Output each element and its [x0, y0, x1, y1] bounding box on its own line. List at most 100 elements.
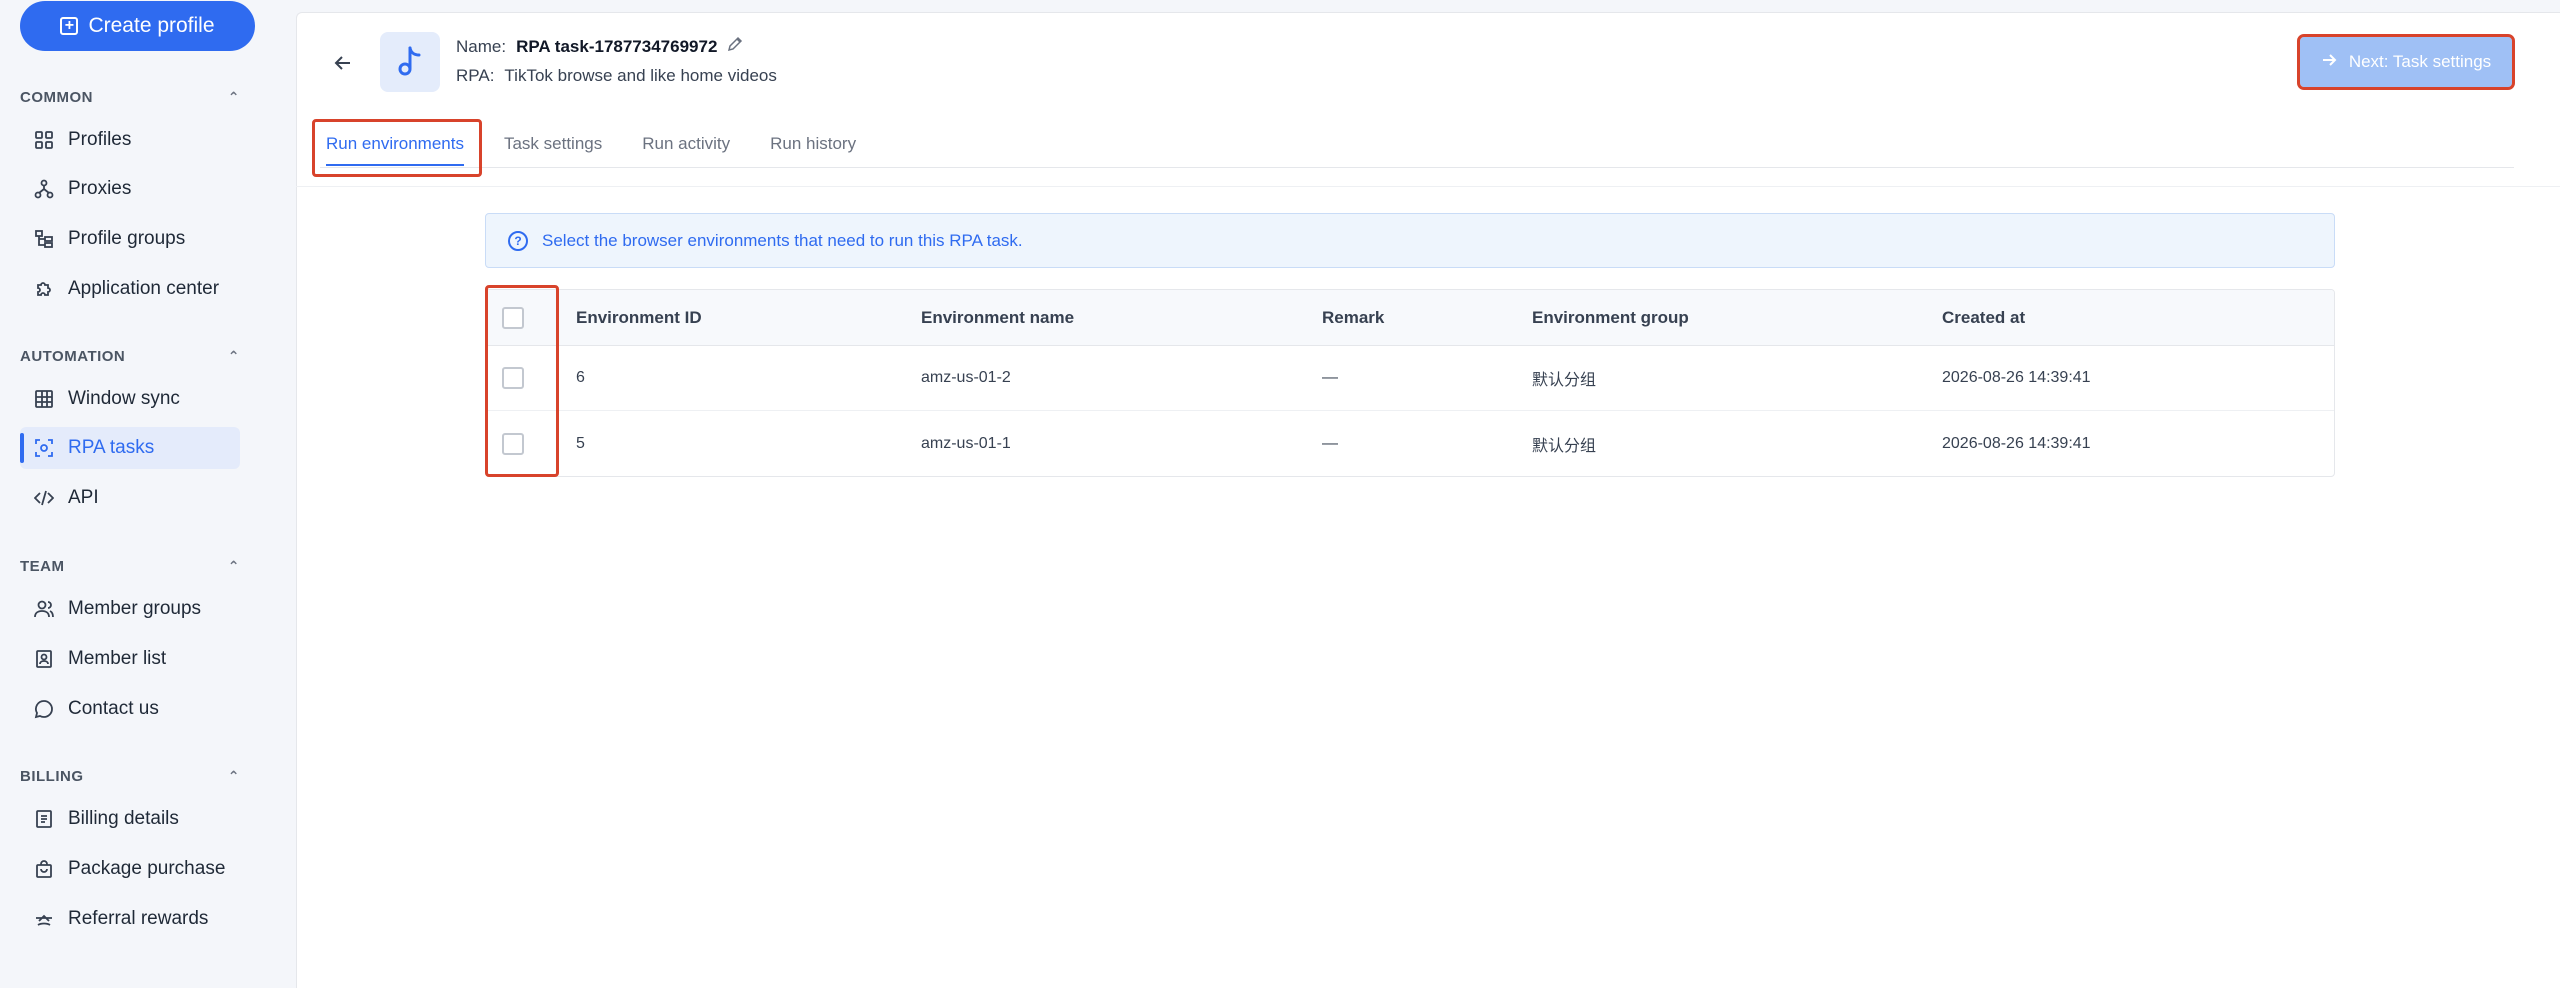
sidebar-item-label: Application center [68, 278, 220, 299]
sidebar-item-package-purchase[interactable]: Package purchase [20, 848, 240, 890]
info-text: Select the browser environments that nee… [542, 230, 1023, 250]
sidebar-item-rpa-tasks[interactable]: RPA tasks [20, 427, 240, 469]
select-all-checkbox[interactable] [502, 306, 524, 329]
sidebar-item-application-center[interactable]: Application center [20, 268, 240, 310]
network-icon [34, 179, 54, 199]
sidebar-item-billing-details[interactable]: Billing details [20, 798, 240, 840]
header-checkbox-cell [502, 290, 524, 345]
row-checkbox[interactable] [502, 367, 524, 389]
sidebar-item-contact-us[interactable]: Contact us [20, 688, 240, 730]
row-checkbox-cell [502, 346, 524, 410]
cell-environment-group: 默认分组 [1532, 372, 1597, 389]
tab-run-environments[interactable]: Run environments [320, 120, 470, 168]
tab-run-history[interactable]: Run history [764, 120, 862, 168]
cell-environment-name: amz-us-01-1 [921, 434, 1011, 452]
puzzle-icon [34, 279, 54, 299]
cell-remark: — [1322, 434, 1338, 452]
cell-remark: — [1322, 369, 1338, 386]
sidebar-item-label: Referral rewards [68, 908, 209, 929]
section-team[interactable]: TEAM ⌃ [20, 554, 240, 578]
sidebar-item-member-groups[interactable]: Member groups [20, 588, 240, 630]
create-profile-label: Create profile [88, 14, 215, 37]
task-name-row: Name: RPA task-1787734769972 [456, 36, 743, 57]
cell-created-at: 2026-08-26 14:39:41 [1942, 434, 2091, 452]
section-common[interactable]: COMMON ⌃ [20, 85, 240, 109]
sidebar-item-api[interactable]: API [20, 477, 240, 519]
section-common-label: COMMON [20, 88, 93, 106]
pencil-icon[interactable] [727, 36, 743, 57]
row-checkbox-cell [502, 411, 524, 476]
sidebar: + Create profile COMMON ⌃ Profiles Proxi… [0, 0, 296, 988]
sidebar-item-proxies[interactable]: Proxies [20, 168, 240, 210]
header-created-at: Created at [1942, 307, 2026, 327]
header-remark: Remark [1322, 307, 1385, 327]
next-button-label: Next: Task settings [2348, 52, 2492, 71]
environments-table: Environment ID Environment name Remark E… [485, 289, 2335, 477]
chevron-up-icon: ⌃ [227, 347, 240, 364]
task-name-value: RPA task-1787734769972 [516, 36, 718, 56]
sidebar-item-profile-groups[interactable]: Profile groups [20, 218, 240, 260]
name-label: Name: [456, 36, 507, 56]
section-billing-label: BILLING [20, 767, 84, 785]
contact-card-icon [34, 649, 54, 669]
rpa-label: RPA: [456, 66, 495, 85]
table-grid-icon [34, 389, 54, 409]
plus-icon: + [60, 17, 79, 35]
users-icon [34, 599, 54, 619]
tree-icon [34, 229, 54, 249]
sidebar-item-label: Contact us [68, 698, 159, 719]
receipt-icon [34, 809, 54, 829]
grid-icon [34, 130, 54, 150]
code-icon [34, 488, 54, 508]
sidebar-item-label: Package purchase [68, 858, 226, 879]
cell-environment-name: amz-us-01-2 [921, 369, 1011, 386]
cell-created-at: 2026-08-26 14:39:41 [1942, 369, 2091, 386]
info-banner: ? Select the browser environments that n… [485, 213, 2335, 268]
section-team-label: TEAM [20, 557, 65, 575]
sidebar-item-profiles[interactable]: Profiles [20, 119, 240, 161]
sidebar-item-label: Profiles [68, 129, 132, 150]
tab-task-settings[interactable]: Task settings [498, 120, 608, 168]
section-automation-label: AUTOMATION [20, 347, 126, 365]
scan-icon [34, 438, 54, 458]
sidebar-item-label: Proxies [68, 178, 132, 199]
chat-bubble-icon [34, 699, 54, 719]
sidebar-item-referral-rewards[interactable]: Referral rewards [20, 898, 240, 940]
question-icon: ? [508, 230, 528, 251]
arrow-right-icon [2321, 52, 2337, 73]
sidebar-item-window-sync[interactable]: Window sync [20, 378, 240, 420]
table-header: Environment ID Environment name Remark E… [486, 290, 2334, 346]
task-rpa-row: RPA: TikTok browse and like home videos [456, 66, 777, 86]
back-arrow-icon[interactable] [330, 50, 356, 76]
cell-environment-id: 6 [576, 369, 585, 386]
row-checkbox[interactable] [502, 432, 524, 455]
sidebar-item-label: Profile groups [68, 228, 186, 249]
sidebar-item-label: API [68, 487, 99, 508]
sidebar-item-label: Window sync [68, 388, 180, 409]
tab-bar: Run environments Task settings Run activ… [320, 120, 2514, 168]
next-task-settings-button[interactable]: Next: Task settings [2297, 34, 2515, 90]
table-row[interactable]: 5 amz-us-01-1 — 默认分组 2026-08-26 14:39:41 [486, 411, 2334, 476]
sidebar-item-label: Member groups [68, 598, 202, 619]
cell-environment-group: 默认分组 [1532, 437, 1597, 455]
table-row[interactable]: 6 amz-us-01-2 — 默认分组 2026-08-26 14:39:41 [486, 346, 2334, 411]
tiktok-icon [380, 32, 440, 92]
create-profile-button[interactable]: + Create profile [20, 1, 255, 51]
shopping-bag-icon [34, 859, 54, 879]
sidebar-item-label: Billing details [68, 808, 179, 829]
header-environment-name: Environment name [921, 307, 1075, 327]
header-environment-group: Environment group [1532, 307, 1689, 327]
tab-run-activity[interactable]: Run activity [636, 120, 736, 168]
gift-icon [34, 909, 54, 929]
sidebar-item-member-list[interactable]: Member list [20, 638, 240, 680]
divider [296, 186, 2560, 187]
chevron-up-icon: ⌃ [227, 557, 240, 574]
chevron-up-icon: ⌃ [227, 767, 240, 784]
section-billing[interactable]: BILLING ⌃ [20, 764, 240, 788]
sidebar-item-label: Member list [68, 648, 167, 669]
sidebar-item-label: RPA tasks [68, 437, 155, 458]
chevron-up-icon: ⌃ [227, 88, 240, 105]
header-environment-id: Environment ID [576, 307, 702, 327]
rpa-value: TikTok browse and like home videos [504, 66, 777, 85]
section-automation[interactable]: AUTOMATION ⌃ [20, 344, 240, 368]
